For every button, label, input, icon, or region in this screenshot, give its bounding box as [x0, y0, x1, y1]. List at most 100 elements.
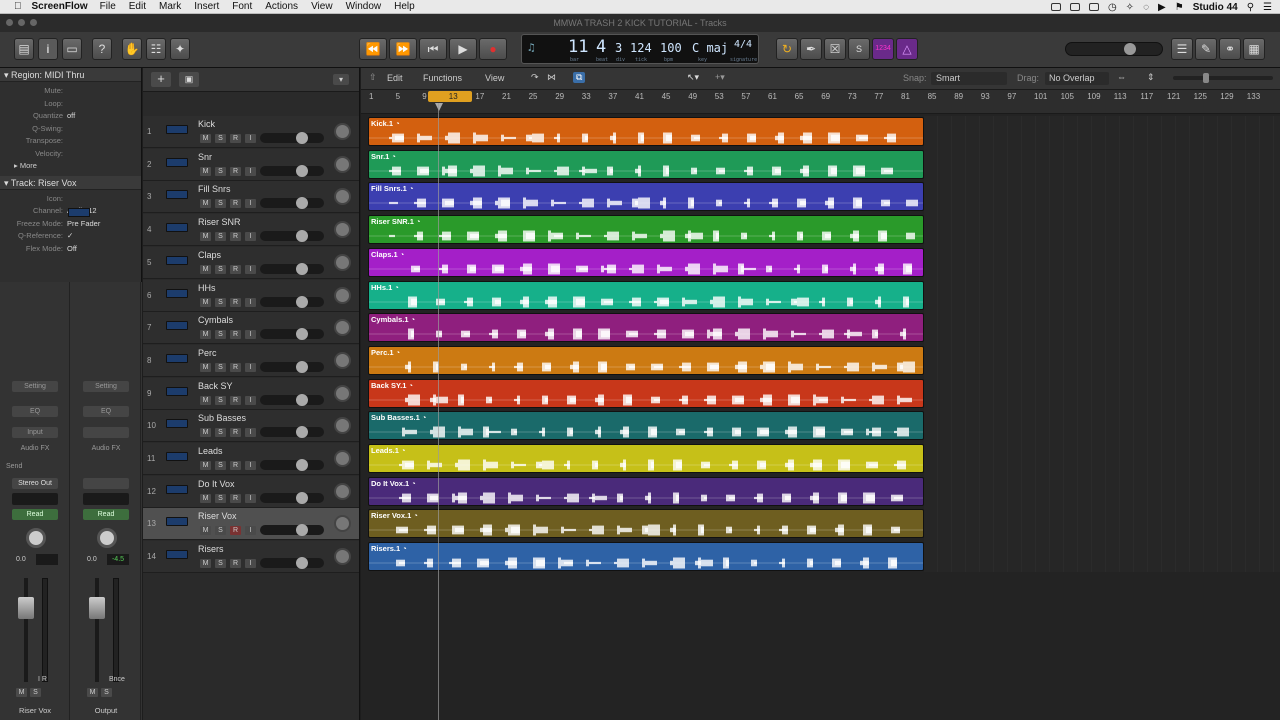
apple-icon[interactable]: : [14, 1, 22, 12]
add-track-button[interactable]: +: [151, 72, 171, 87]
track-icon[interactable]: [166, 125, 188, 134]
group-slot[interactable]: [12, 493, 58, 505]
param-value[interactable]: Pre Fader: [67, 219, 100, 228]
region[interactable]: Back SY.1 ◔: [368, 378, 924, 408]
master-volume-slider[interactable]: [1065, 42, 1163, 56]
track-s-button[interactable]: S: [215, 362, 226, 372]
camera-icon[interactable]: [1050, 3, 1061, 11]
track-s-button[interactable]: S: [215, 493, 226, 503]
loop-browser-button[interactable]: ⚭: [1219, 38, 1241, 60]
track-m-button[interactable]: M: [200, 330, 211, 340]
clock-icon[interactable]: ◷: [1108, 2, 1117, 13]
region[interactable]: Snr.1 ◔: [368, 149, 924, 179]
master-volume-knob[interactable]: [1124, 43, 1136, 55]
setting-button[interactable]: Setting: [83, 381, 129, 392]
pan-knob[interactable]: [26, 528, 46, 548]
track-s-button[interactable]: S: [215, 166, 226, 176]
setting-button[interactable]: Setting: [12, 381, 58, 392]
global-tracks-button[interactable]: ▣: [179, 72, 199, 87]
track-s-button[interactable]: S: [215, 297, 226, 307]
track-i-button[interactable]: I: [245, 330, 256, 340]
up-level-icon[interactable]: ⇧: [369, 72, 377, 83]
track-name[interactable]: Snr: [198, 152, 212, 162]
param-row[interactable]: Icon:: [0, 194, 141, 207]
track-r-button[interactable]: R: [230, 232, 241, 242]
region[interactable]: Leads.1 ◔: [368, 444, 924, 473]
track-volume-slider[interactable]: [260, 360, 324, 373]
pencil-tool-icon[interactable]: +▾: [715, 72, 725, 83]
track-icon[interactable]: [166, 288, 188, 298]
track-volume-knob[interactable]: [296, 524, 308, 537]
track-header[interactable]: 5 Claps M S R I: [143, 246, 359, 279]
track-header[interactable]: 7 Cymbals M S R I: [143, 312, 359, 345]
go-to-start-button[interactable]: ⏮: [419, 38, 447, 60]
eq-button[interactable]: EQ: [12, 406, 58, 417]
param-row[interactable]: Q-Reference: ✓: [0, 231, 141, 244]
track-pan-knob[interactable]: [334, 221, 351, 239]
track-volume-knob[interactable]: [296, 197, 308, 210]
param-value[interactable]: off: [67, 111, 75, 120]
track-pan-knob[interactable]: [334, 482, 351, 500]
group-slot[interactable]: [83, 493, 129, 505]
param-row[interactable]: Transpose:: [0, 136, 141, 149]
snap-select[interactable]: Smart: [931, 72, 1007, 85]
track-volume-knob[interactable]: [296, 360, 308, 373]
track-r-button[interactable]: R: [230, 199, 241, 209]
track-i-button[interactable]: I: [245, 232, 256, 242]
track-pan-knob[interactable]: [334, 155, 351, 173]
param-row[interactable]: Flex Mode: Off: [0, 244, 141, 257]
track-m-button[interactable]: M: [200, 428, 211, 438]
lcd-display[interactable]: ♫ 11 4 3 124 100 C maj 4/4 bar beat div …: [521, 34, 759, 64]
output-slot[interactable]: Stereo Out: [12, 478, 58, 489]
track-volume-knob[interactable]: [296, 132, 308, 144]
track-s-button[interactable]: S: [215, 559, 226, 569]
track-volume-knob[interactable]: [296, 164, 308, 177]
view-menu[interactable]: View: [485, 73, 504, 83]
track-m-button[interactable]: M: [200, 395, 211, 405]
track-pan-knob[interactable]: [334, 384, 351, 402]
track-volume-slider[interactable]: [260, 328, 324, 341]
track-i-button[interactable]: I: [245, 395, 256, 405]
track-header[interactable]: 2 Snr M S R I: [143, 148, 359, 181]
mixer-button[interactable]: ☷: [146, 38, 166, 60]
drag-select[interactable]: No Overlap: [1045, 72, 1109, 85]
input-slot[interactable]: Input: [12, 427, 58, 438]
region[interactable]: Riser SNR.1 ◔: [368, 215, 924, 245]
display-icon[interactable]: [1088, 3, 1099, 11]
track-pan-knob[interactable]: [334, 417, 351, 435]
track-m-button[interactable]: M: [200, 362, 211, 372]
track-header[interactable]: 11 Leads M S R I: [143, 443, 359, 475]
track-header[interactable]: 14 Risers M S R I: [143, 541, 359, 574]
search-icon[interactable]: ⚲: [1247, 2, 1254, 13]
track-s-button[interactable]: S: [215, 395, 226, 405]
user-name[interactable]: Studio 44: [1193, 2, 1238, 13]
track-volume-knob[interactable]: [296, 459, 308, 471]
zoom-window-button[interactable]: [30, 19, 37, 26]
pointer-tool-icon[interactable]: ↖▾: [687, 72, 699, 83]
track-s-button[interactable]: S: [215, 264, 226, 274]
track-volume-slider[interactable]: [260, 262, 324, 275]
track-header[interactable]: 1 Kick M S R I: [143, 116, 359, 148]
forward-button[interactable]: ⏩: [389, 38, 417, 60]
bar-ruler[interactable]: 1 5 9 13 17 21 25 29 33 37 41 45 49 53 57 61 65 69 73 77 81 8…: [361, 90, 1280, 114]
track-name[interactable]: Cymbals: [198, 315, 233, 325]
track-m-button[interactable]: M: [200, 461, 211, 470]
track-volume-knob[interactable]: [296, 491, 308, 504]
region[interactable]: Sub Basses.1 ◔: [368, 411, 924, 441]
mute-button[interactable]: M: [87, 688, 98, 697]
flag-icon[interactable]: ⚑: [1175, 2, 1184, 13]
region[interactable]: HHs.1 ◔: [368, 280, 924, 310]
track-volume-slider[interactable]: [260, 459, 324, 471]
menu-font[interactable]: Font: [232, 1, 252, 12]
track-pan-knob[interactable]: [334, 450, 351, 467]
track-m-button[interactable]: M: [200, 493, 211, 503]
param-row[interactable]: Velocity:: [0, 149, 141, 162]
inspector-button[interactable]: i: [38, 38, 58, 60]
track-m-button[interactable]: M: [200, 232, 211, 242]
solo-button[interactable]: S: [30, 688, 41, 697]
track-m-button[interactable]: M: [200, 526, 211, 536]
track-list-menu-button[interactable]: ▾: [333, 74, 349, 85]
track-m-button[interactable]: M: [200, 559, 211, 569]
more-disclosure[interactable]: ▸ More: [0, 161, 141, 174]
track-header[interactable]: 9 Back SY M S R I: [143, 377, 359, 410]
